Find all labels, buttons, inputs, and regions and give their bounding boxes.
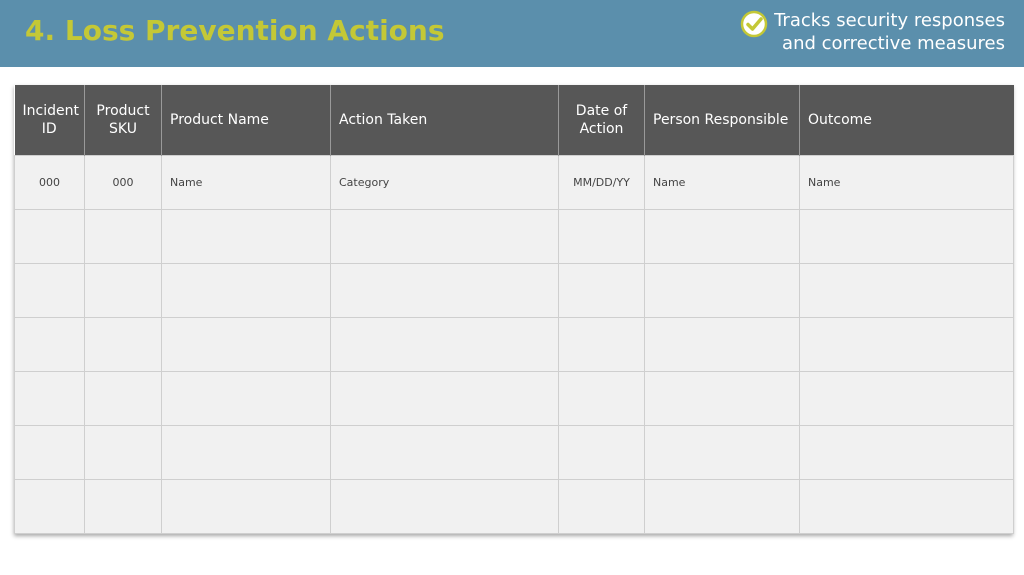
cell-outcome[interactable] [799,478,1014,534]
cell-product-sku[interactable] [84,370,162,426]
cell-person-responsible[interactable] [644,478,800,534]
cell-date-of-action[interactable]: MM/DD/YY [558,154,645,210]
cell-product-name[interactable] [161,370,331,426]
cell-action-taken[interactable] [330,262,559,318]
cell-person-responsible[interactable] [644,208,800,264]
cell-date-of-action[interactable] [558,370,645,426]
table-row [14,208,1014,264]
table-row [14,424,1014,480]
cell-action-taken[interactable] [330,478,559,534]
cell-product-name[interactable] [161,262,331,318]
cell-outcome[interactable] [799,424,1014,480]
header-note-line-2: and corrective measures [782,33,1005,54]
column-header-action-taken: Action Taken [330,85,559,155]
cell-date-of-action[interactable] [558,262,645,318]
table-row [14,262,1014,318]
cell-person-responsible[interactable] [644,424,800,480]
cell-person-responsible[interactable] [644,262,800,318]
cell-incident-id[interactable] [14,478,85,534]
cell-date-of-action[interactable] [558,478,645,534]
table-row [14,316,1014,372]
cell-outcome[interactable] [799,208,1014,264]
cell-incident-id[interactable] [14,208,85,264]
header-note: Tracks security responses and corrective… [705,9,1005,55]
cell-action-taken[interactable] [330,316,559,372]
table-row: 000 000 Name Category MM/DD/YY Name Name [14,154,1014,210]
cell-person-responsible[interactable] [644,370,800,426]
table-header-row: Incident ID Product SKU Product Name Actio… [14,85,1014,155]
cell-incident-id[interactable] [14,262,85,318]
cell-product-sku[interactable]: 000 [84,154,162,210]
cell-outcome[interactable]: Name [799,154,1014,210]
cell-product-sku[interactable] [84,316,162,372]
cell-product-name[interactable]: Name [161,154,331,210]
cell-product-name[interactable] [161,316,331,372]
table-row [14,478,1014,534]
cell-product-sku[interactable] [84,424,162,480]
cell-product-name[interactable] [161,424,331,480]
cell-date-of-action[interactable] [558,208,645,264]
header-note-line-1: Tracks security responses [774,10,1005,31]
cell-action-taken[interactable]: Category [330,154,559,210]
column-header-incident-id: Incident ID [14,85,85,155]
cell-person-responsible[interactable]: Name [644,154,800,210]
column-header-outcome: Outcome [799,85,1014,155]
cell-product-sku[interactable] [84,478,162,534]
cell-product-sku[interactable] [84,208,162,264]
cell-action-taken[interactable] [330,370,559,426]
cell-incident-id[interactable]: 000 [14,154,85,210]
cell-outcome[interactable] [799,262,1014,318]
column-header-product-sku: Product SKU [84,85,162,155]
cell-incident-id[interactable] [14,424,85,480]
cell-incident-id[interactable] [14,370,85,426]
column-header-person-responsible: Person Responsible [644,85,800,155]
loss-prevention-table: Incident ID Product SKU Product Name Actio… [14,85,1014,534]
column-header-product-name: Product Name [161,85,331,155]
cell-outcome[interactable] [799,370,1014,426]
cell-action-taken[interactable] [330,424,559,480]
page-title: 4. Loss Prevention Actions [25,14,445,47]
cell-incident-id[interactable] [14,316,85,372]
column-header-date-of-action: Date of Action [558,85,645,155]
cell-person-responsible[interactable] [644,316,800,372]
cell-outcome[interactable] [799,316,1014,372]
table-row [14,370,1014,426]
cell-action-taken[interactable] [330,208,559,264]
header-bar: 4. Loss Prevention Actions Tracks securi… [0,0,1024,67]
cell-product-sku[interactable] [84,262,162,318]
cell-product-name[interactable] [161,208,331,264]
cell-date-of-action[interactable] [558,424,645,480]
cell-date-of-action[interactable] [558,316,645,372]
cell-product-name[interactable] [161,478,331,534]
